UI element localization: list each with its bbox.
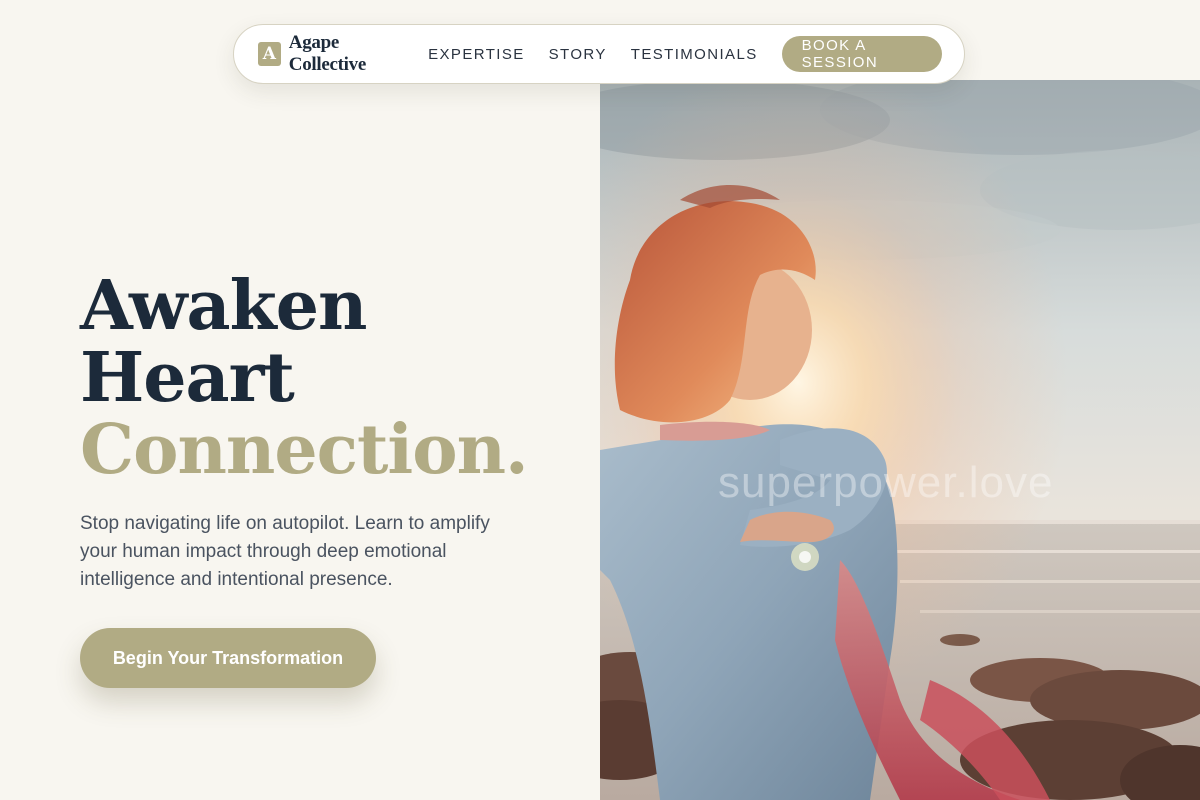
brand-name: Agape Collective: [288, 32, 366, 75]
nav-link-expertise[interactable]: EXPERTISE: [428, 46, 525, 63]
book-session-button[interactable]: BOOK A SESSION: [781, 36, 942, 72]
headline-line-awaken: Awaken: [80, 266, 367, 346]
nav-link-story[interactable]: STORY: [549, 46, 607, 63]
logo-mark-icon: A: [258, 42, 281, 66]
image-watermark: superpower.love: [718, 458, 1054, 507]
hero-headline: Awaken Heart Connection.: [80, 270, 560, 486]
top-navigation: A Agape Collective EXPERTISE STORY TESTI…: [233, 24, 965, 84]
hero-photo-illustration: [600, 80, 1200, 800]
headline-line-heart: Heart: [80, 338, 295, 418]
nav-link-testimonials[interactable]: TESTIMONIALS: [631, 46, 758, 63]
hero-photo: superpower.love: [600, 80, 1200, 800]
begin-transformation-button[interactable]: Begin Your Transformation: [80, 628, 376, 688]
brand-logo-link[interactable]: A Agape Collective: [258, 32, 396, 76]
nav-links: EXPERTISE STORY TESTIMONIALS: [428, 46, 782, 63]
hero-subtext: Stop navigating life on autopilot. Learn…: [80, 513, 490, 590]
hero-copy: Awaken Heart Connection. Stop navigating…: [80, 270, 560, 594]
landing-page: A Agape Collective EXPERTISE STORY TESTI…: [0, 0, 1200, 800]
headline-line-connection: Connection.: [80, 410, 529, 490]
